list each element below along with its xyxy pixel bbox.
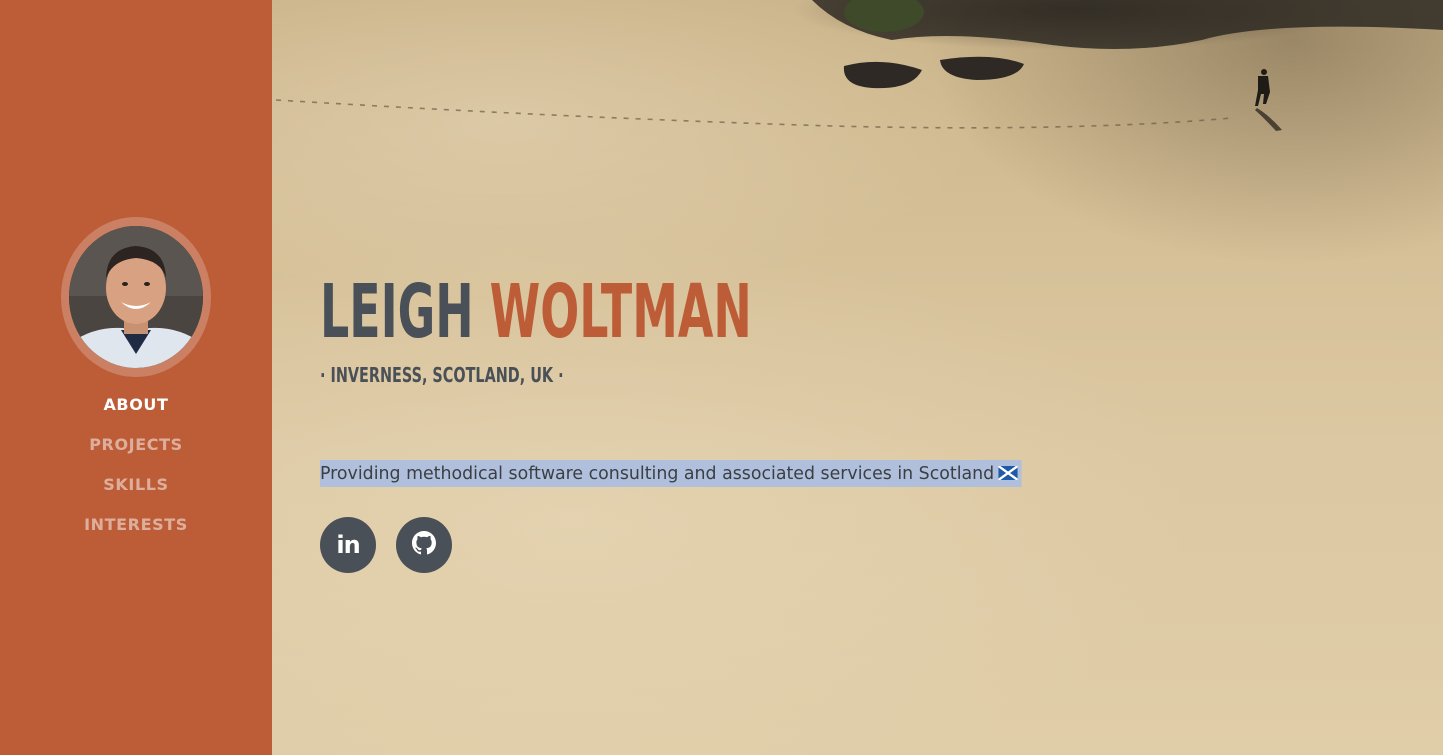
last-name: WOLTMAN (489, 269, 752, 355)
avatar (61, 217, 211, 377)
sidebar-nav: ABOUT PROJECTS SKILLS INTERESTS (0, 392, 272, 552)
nav-about[interactable]: ABOUT (0, 392, 272, 432)
github-button[interactable] (396, 517, 452, 573)
nav-interests[interactable]: INTERESTS (0, 512, 272, 552)
tagline-text: Providing methodical software consulting… (320, 463, 995, 484)
scotland-flag-icon (997, 461, 1019, 481)
location-subheading: · INVERNESS, SCOTLAND, UK · (320, 363, 564, 387)
social-links: in (320, 517, 452, 573)
about-section: LEIGH WOLTMAN · INVERNESS, SCOTLAND, UK … (272, 0, 1443, 755)
profile-photo (69, 226, 203, 368)
sidebar: ABOUT PROJECTS SKILLS INTERESTS (0, 0, 272, 755)
github-icon (412, 531, 436, 559)
tagline: Providing methodical software consulting… (320, 460, 1022, 487)
nav-projects[interactable]: PROJECTS (0, 432, 272, 472)
linkedin-icon: in (336, 531, 360, 559)
nav-skills[interactable]: SKILLS (0, 472, 272, 512)
linkedin-button[interactable]: in (320, 517, 376, 573)
first-name: LEIGH (320, 269, 474, 355)
page-title: LEIGH WOLTMAN (320, 262, 752, 362)
